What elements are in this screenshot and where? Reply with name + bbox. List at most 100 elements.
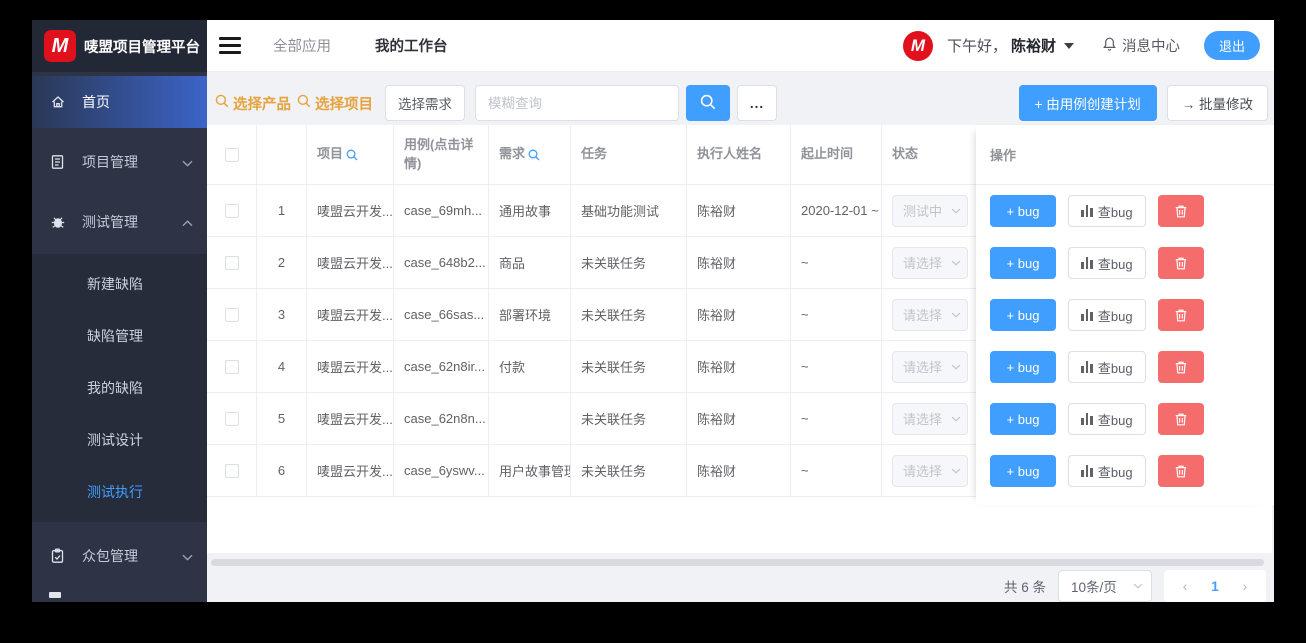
next-page-button[interactable]: › [1230, 578, 1260, 594]
view-bug-button[interactable]: 查bug [1068, 195, 1146, 227]
bug-icon [49, 214, 66, 231]
logout-button[interactable]: 退出 [1203, 31, 1260, 60]
select-project-link[interactable]: 选择项目 [297, 93, 373, 114]
column-search-icon[interactable] [346, 149, 358, 161]
column-search-icon[interactable] [528, 149, 540, 161]
sidebar-item-label: 测试管理 [82, 214, 138, 230]
status-select[interactable]: 测试中 [892, 194, 968, 227]
delete-button[interactable] [1158, 351, 1204, 383]
row-case-link[interactable]: case_6yswv... [394, 445, 489, 496]
trash-icon [1175, 309, 1187, 321]
trash-icon [1175, 205, 1187, 217]
row-executor: 陈裕财 [687, 341, 791, 392]
row-requirement: 商品 [489, 237, 571, 288]
chevron-down-icon [951, 468, 961, 474]
select-all-checkbox[interactable] [224, 147, 239, 162]
view-bug-button[interactable]: 查bug [1068, 403, 1146, 435]
batch-edit-button[interactable]: → 批量修改 [1166, 85, 1268, 121]
view-bug-button[interactable]: 查bug [1068, 351, 1146, 383]
select-project-label: 选择项目 [315, 96, 373, 113]
status-select[interactable]: 请选择 [892, 402, 968, 435]
sidebar-menu: 首页 项目管理 测试管理 新建缺陷 缺陷管理 我的缺陷 测试设计 测试执行 众包… [32, 72, 207, 602]
sidebar-item-defect-mgmt[interactable]: 缺陷管理 [32, 310, 207, 362]
avatar[interactable]: M [902, 30, 933, 61]
row-task: 未关联任务 [571, 237, 687, 288]
task-column-header: 任务 [571, 125, 687, 184]
current-page[interactable]: 1 [1200, 579, 1230, 594]
sidebar-item-test-execution[interactable]: 测试执行 [32, 466, 207, 518]
add-bug-button[interactable]: + bug [990, 403, 1056, 435]
nav-all-apps[interactable]: 全部应用 [273, 35, 331, 56]
row-checkbox[interactable] [224, 255, 239, 270]
user-menu[interactable]: 下午好， 陈裕财 [947, 35, 1074, 56]
row-executor: 陈裕财 [687, 393, 791, 444]
username: 陈裕财 [1010, 38, 1056, 55]
search-icon [297, 94, 311, 112]
add-bug-button[interactable]: + bug [990, 299, 1056, 331]
requirement-column-header: 需求 [489, 125, 571, 184]
status-select[interactable]: 请选择 [892, 246, 968, 279]
select-requirement-button[interactable]: 选择需求 [385, 85, 465, 121]
create-plan-button[interactable]: + 由用例创建计划 [1018, 85, 1157, 121]
delete-button[interactable] [1158, 195, 1204, 227]
row-checkbox[interactable] [224, 307, 239, 322]
more-filters-button[interactable]: ... [737, 85, 777, 121]
greeting-text: 下午好， [946, 38, 1007, 55]
view-bug-button[interactable]: 查bug [1068, 299, 1146, 331]
nav-my-workspace[interactable]: 我的工作台 [375, 35, 448, 56]
sidebar-item-home[interactable]: 首页 [32, 76, 207, 128]
row-case-link[interactable]: case_62n8ir... [394, 341, 489, 392]
row-dates: ~ [791, 341, 882, 392]
row-checkbox[interactable] [224, 411, 239, 426]
hamburger-menu-icon[interactable] [219, 37, 241, 54]
prev-page-button[interactable]: ‹ [1170, 578, 1200, 594]
row-index: 4 [257, 341, 307, 392]
row-case-link[interactable]: case_69mh... [394, 185, 489, 236]
row-project: 唛盟云开发... [307, 393, 394, 444]
message-center[interactable]: 消息中心 [1102, 35, 1180, 56]
sidebar-item-testing[interactable]: 测试管理 [32, 196, 207, 248]
add-bug-button[interactable]: + bug [990, 247, 1056, 279]
actions-row: + bug 查bug [976, 445, 1274, 497]
delete-button[interactable] [1158, 299, 1204, 331]
row-case-link[interactable]: case_648b2... [394, 237, 489, 288]
row-checkbox[interactable] [224, 203, 239, 218]
row-project: 唛盟云开发... [307, 341, 394, 392]
row-case-link[interactable]: case_62n8n... [394, 393, 489, 444]
trash-icon [1175, 361, 1187, 373]
sidebar-item-crowdsourcing[interactable]: 众包管理 [32, 530, 207, 582]
chevron-down-icon [1133, 583, 1143, 589]
chevron-down-icon [951, 208, 961, 214]
select-product-link[interactable]: 选择产品 [215, 93, 291, 114]
row-case-link[interactable]: case_66sas... [394, 289, 489, 340]
status-select[interactable]: 请选择 [892, 350, 968, 383]
add-bug-button[interactable]: + bug [990, 455, 1056, 487]
page-size-select[interactable]: 10条/页 [1058, 570, 1152, 602]
chevron-down-icon [182, 154, 193, 170]
sidebar-item-my-defects[interactable]: 我的缺陷 [32, 362, 207, 414]
search-icon [700, 94, 716, 113]
row-checkbox[interactable] [224, 463, 239, 478]
add-bug-button[interactable]: + bug [990, 195, 1056, 227]
delete-button[interactable] [1158, 403, 1204, 435]
row-executor: 陈裕财 [687, 237, 791, 288]
search-button[interactable] [686, 85, 730, 121]
add-bug-button[interactable]: + bug [990, 351, 1056, 383]
horizontal-scrollbar[interactable] [211, 559, 1264, 566]
project-column-header: 项目 [307, 125, 394, 184]
status-select[interactable]: 请选择 [892, 298, 968, 331]
status-select[interactable]: 请选择 [892, 454, 968, 487]
delete-button[interactable] [1158, 455, 1204, 487]
delete-button[interactable] [1158, 247, 1204, 279]
fuzzy-search-input[interactable] [475, 85, 679, 121]
sidebar-item-clipped[interactable] [32, 592, 207, 602]
dates-column-header: 起止时间 [791, 125, 882, 184]
sidebar-item-new-defect[interactable]: 新建缺陷 [32, 258, 207, 310]
view-bug-button[interactable]: 查bug [1068, 455, 1146, 487]
search-icon [215, 94, 229, 112]
view-bug-button[interactable]: 查bug [1068, 247, 1146, 279]
row-checkbox[interactable] [224, 359, 239, 374]
page-navigator: ‹ 1 › [1164, 570, 1266, 602]
sidebar-item-projects[interactable]: 项目管理 [32, 136, 207, 188]
sidebar-item-test-design[interactable]: 测试设计 [32, 414, 207, 466]
